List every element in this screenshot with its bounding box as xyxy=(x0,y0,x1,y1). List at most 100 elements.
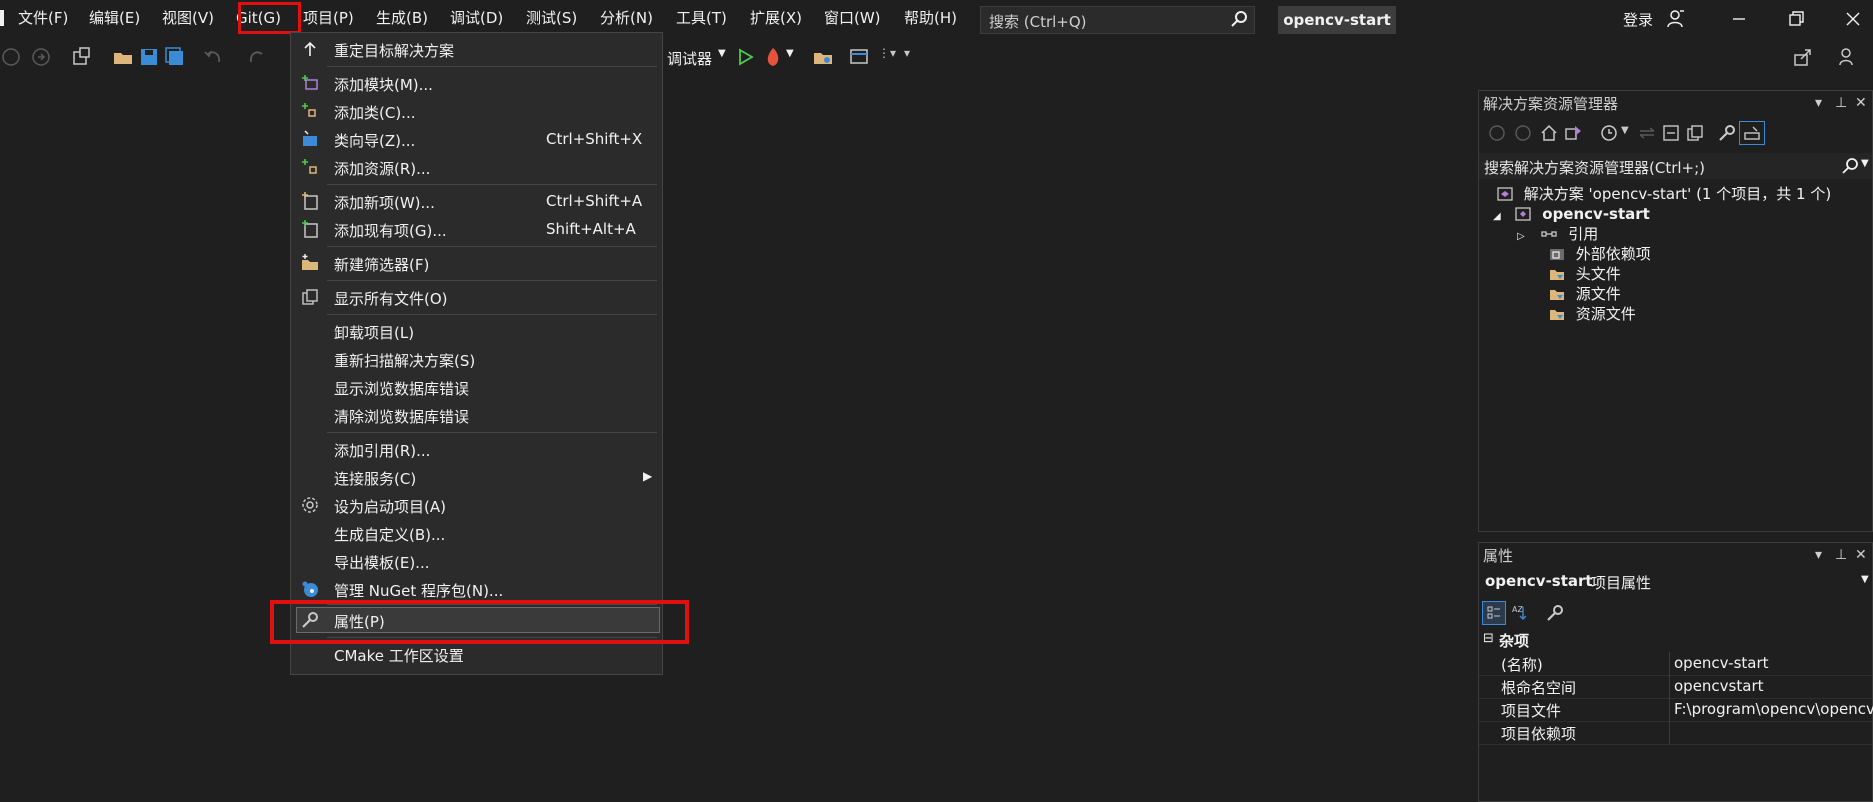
forward-icon[interactable] xyxy=(30,46,52,68)
tree-references[interactable]: ▷ 引用 xyxy=(1517,223,1598,245)
menu-item-export-template[interactable]: 导出模板(E)... xyxy=(291,548,662,574)
menu-project[interactable]: 项目(P) xyxy=(303,8,354,28)
overflow-icon[interactable]: ▾ xyxy=(904,46,910,60)
property-row[interactable]: 项目依赖项 xyxy=(1479,721,1872,745)
hot-reload-icon[interactable] xyxy=(762,46,784,68)
menu-item-add-new-item[interactable]: 添加新项(W)... Ctrl+Shift+A xyxy=(291,188,662,214)
menu-item-class-wizard[interactable]: 类向导(Z)... Ctrl+Shift+X xyxy=(291,126,662,152)
menu-item-show-all-files[interactable]: 显示所有文件(O) xyxy=(291,284,662,310)
new-project-icon[interactable] xyxy=(70,46,92,68)
menu-edit[interactable]: 编辑(E) xyxy=(89,8,140,28)
menu-item-add-resource[interactable]: 添加资源(R)... xyxy=(291,154,662,180)
menu-item-add-module[interactable]: 添加模块(M)... xyxy=(291,70,662,96)
menu-item-set-startup-project[interactable]: 设为启动项目(A) xyxy=(291,492,662,518)
menu-help[interactable]: 帮助(H) xyxy=(904,8,957,28)
overflow-icon[interactable]: ⋮▾ xyxy=(878,46,896,60)
menu-item-add-class[interactable]: 添加类(C)... xyxy=(291,98,662,124)
expanded-triangle-icon: ◢ xyxy=(1493,211,1501,222)
folder-browse-icon[interactable] xyxy=(812,46,834,68)
pin-icon[interactable]: ⊥ xyxy=(1835,547,1847,563)
menu-item-cmake-settings[interactable]: CMake 工作区设置 xyxy=(291,641,662,667)
categorized-toggle[interactable] xyxy=(1482,601,1506,625)
menu-build[interactable]: 生成(B) xyxy=(376,8,428,28)
back-icon[interactable] xyxy=(0,46,22,68)
menu-item-clear-browse-db-errors[interactable]: 清除浏览数据库错误 xyxy=(291,402,662,428)
back-icon[interactable] xyxy=(1487,123,1507,143)
solution-explorer-search[interactable]: 搜索解决方案资源管理器(Ctrl+;) ▼ xyxy=(1479,153,1872,179)
property-row[interactable]: 根命名空间 opencvstart xyxy=(1479,675,1872,699)
chevron-down-icon[interactable]: ▼ xyxy=(1861,158,1869,169)
menu-item-label: 添加类(C)... xyxy=(334,104,416,122)
close-icon[interactable]: ✕ xyxy=(1855,95,1867,111)
menu-extensions[interactable]: 扩展(X) xyxy=(750,8,802,28)
search-input[interactable]: 搜索 (Ctrl+Q) xyxy=(980,6,1255,34)
menu-debug[interactable]: 调试(D) xyxy=(450,8,503,28)
tree-source-files[interactable]: 源文件 xyxy=(1549,283,1621,305)
menu-item-build-customizations[interactable]: 生成自定义(B)... xyxy=(291,520,662,546)
chevron-down-icon[interactable]: ▼ xyxy=(1621,125,1629,136)
collapse-all-icon[interactable] xyxy=(1661,123,1681,143)
start-debug-icon[interactable] xyxy=(734,46,756,68)
properties-object-selector[interactable]: opencv-start 项目属性 ▼ xyxy=(1479,569,1872,595)
menu-item-add-reference[interactable]: 添加引用(R)... xyxy=(291,436,662,462)
menu-item-retarget-solution[interactable]: 重定目标解决方案 xyxy=(291,36,662,62)
wrench-icon[interactable] xyxy=(1717,123,1737,143)
open-folder-icon[interactable] xyxy=(112,46,134,68)
property-category[interactable]: ⊟ 杂项 xyxy=(1479,629,1872,651)
close-icon[interactable] xyxy=(1842,8,1864,30)
menu-test[interactable]: 测试(S) xyxy=(526,8,577,28)
show-all-files-icon[interactable] xyxy=(1685,123,1705,143)
close-icon[interactable]: ✕ xyxy=(1855,547,1867,563)
minimize-icon[interactable] xyxy=(1728,8,1750,30)
tree-header-files[interactable]: 头文件 xyxy=(1549,263,1621,285)
preview-icon xyxy=(1744,126,1760,140)
menu-item-show-browse-db-errors[interactable]: 显示浏览数据库错误 xyxy=(291,374,662,400)
property-row[interactable]: 项目文件 F:\program\opencv\opencv xyxy=(1479,698,1873,722)
save-icon[interactable] xyxy=(138,46,160,68)
show-all-files-icon xyxy=(302,289,318,305)
menu-item-new-filter[interactable]: 新建筛选器(F) xyxy=(291,250,662,276)
property-pages-wrench-icon[interactable] xyxy=(1545,603,1565,623)
feedback-icon[interactable] xyxy=(1838,46,1860,68)
panel-menu-icon[interactable]: ▾ xyxy=(1815,547,1822,563)
redo-icon[interactable] xyxy=(246,46,268,68)
home-icon[interactable] xyxy=(1539,123,1559,143)
alphabetical-icon[interactable]: AZ xyxy=(1511,603,1531,623)
menu-file[interactable]: 文件(F) xyxy=(18,8,68,28)
chevron-down-icon[interactable]: ▼ xyxy=(786,48,794,59)
tree-external-dependencies[interactable]: 外部依赖项 xyxy=(1549,243,1651,265)
up-arrow-icon xyxy=(304,41,316,56)
menu-view[interactable]: 视图(V) xyxy=(162,8,214,28)
tree-resource-files[interactable]: 资源文件 xyxy=(1549,303,1636,325)
switch-views-icon[interactable] xyxy=(1563,123,1583,143)
sync-icon[interactable] xyxy=(1637,123,1657,143)
menu-analyze[interactable]: 分析(N) xyxy=(600,8,653,28)
chevron-down-icon[interactable]: ▼ xyxy=(718,48,726,59)
tree-solution[interactable]: 解决方案 'opencv-start' (1 个项目，共 1 个) xyxy=(1497,183,1831,205)
menu-item-rescan-solution[interactable]: 重新扫描解决方案(S) xyxy=(291,346,662,372)
signin-link[interactable]: 登录 xyxy=(1623,9,1653,30)
pin-icon[interactable]: ⊥ xyxy=(1835,95,1847,111)
history-icon[interactable] xyxy=(1599,123,1619,143)
property-row[interactable]: (名称) opencv-start xyxy=(1479,652,1872,676)
menu-item-add-existing-item[interactable]: 添加现有项(G)... Shift+Alt+A xyxy=(291,216,662,242)
debugger-dropdown[interactable]: 调试器 xyxy=(667,48,712,69)
solution-search-placeholder: 搜索解决方案资源管理器(Ctrl+;) xyxy=(1484,159,1706,177)
menu-item-connected-services[interactable]: 连接服务(C) ▶ xyxy=(291,464,662,490)
undo-icon[interactable] xyxy=(202,46,224,68)
menu-window[interactable]: 窗口(W) xyxy=(824,8,881,28)
share-icon[interactable] xyxy=(1792,46,1814,68)
menu-item-unload-project[interactable]: 卸载项目(L) xyxy=(291,318,662,344)
window-layout-icon[interactable] xyxy=(848,46,870,68)
restore-icon[interactable] xyxy=(1785,8,1807,30)
account-icon[interactable] xyxy=(1666,9,1686,29)
menu-item-manage-nuget[interactable]: 管理 NuGet 程序包(N)... xyxy=(291,576,662,602)
preview-selected-toggle[interactable] xyxy=(1739,121,1765,145)
forward-icon[interactable] xyxy=(1513,123,1533,143)
panel-menu-icon[interactable]: ▾ xyxy=(1815,95,1822,111)
solution-explorer-title: 解决方案资源管理器 xyxy=(1483,95,1619,113)
tree-project[interactable]: ◢ opencv-start xyxy=(1493,203,1650,225)
menu-tools[interactable]: 工具(T) xyxy=(676,8,727,28)
save-all-icon[interactable] xyxy=(164,46,186,68)
column-divider xyxy=(1669,721,1670,744)
